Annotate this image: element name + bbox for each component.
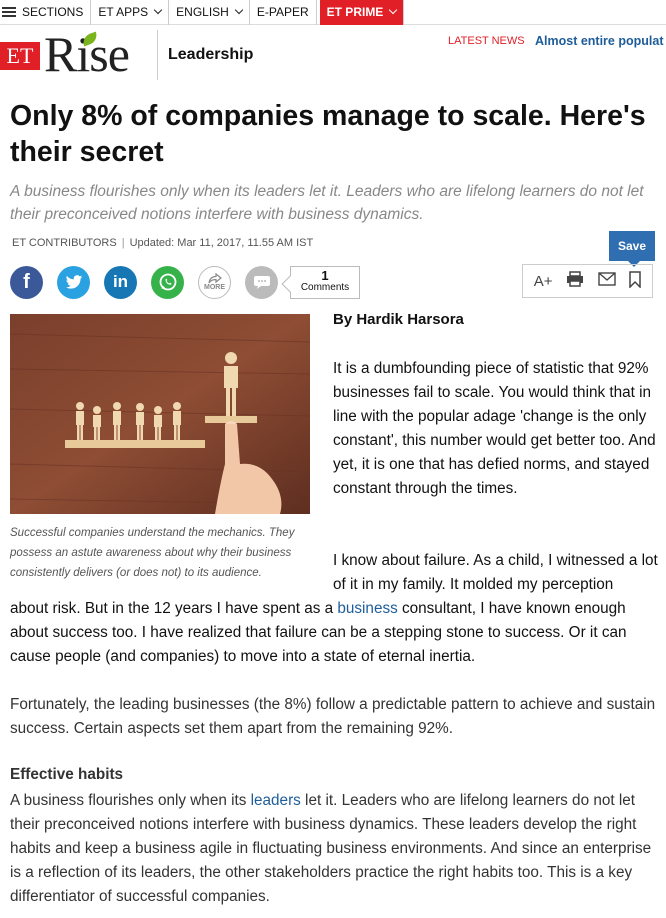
article-meta: ET CONTRIBUTORS | Updated: Mar 11, 2017, 1… (12, 237, 314, 249)
et-apps-label: ET APPS (98, 5, 149, 19)
et-prime-menu[interactable]: ET PRIME (319, 0, 405, 25)
paragraph-1: It is a dumbfounding piece of statistic … (333, 360, 656, 497)
p4-text: A business flourishes only when its (10, 792, 251, 809)
et-apps-menu[interactable]: ET APPS (91, 0, 170, 25)
et-logo[interactable]: ET (0, 42, 40, 70)
article-tools: A+ (522, 264, 653, 298)
subheading-effective-habits: Effective habits (10, 766, 124, 783)
facebook-icon[interactable]: f (10, 265, 43, 299)
chevron-down-icon (153, 5, 163, 15)
leaders-link[interactable]: leaders (251, 792, 301, 809)
chevron-down-icon (389, 5, 398, 15)
comments-count-button[interactable]: 1 Comments (290, 265, 360, 299)
author-byline: By Hardik Harsora (333, 311, 464, 328)
article-image[interactable] (10, 314, 310, 514)
epaper-label: E-PAPER (256, 5, 309, 19)
bookmark-icon[interactable] (629, 270, 641, 292)
comment-icon[interactable] (245, 265, 278, 299)
top-nav-bar: SECTIONS ET APPS ENGLISH E-PAPER ET PRIM… (0, 0, 666, 25)
save-button[interactable]: Save (609, 231, 655, 267)
section-title[interactable]: Leadership (168, 46, 253, 64)
et-prime-label: ET PRIME (326, 5, 384, 19)
print-icon[interactable] (566, 271, 584, 291)
mail-icon[interactable] (597, 272, 616, 290)
chevron-down-icon (234, 5, 244, 15)
hamburger-icon (2, 7, 16, 17)
font-size-button[interactable]: A+ (534, 273, 553, 290)
epaper-link[interactable]: E-PAPER (250, 0, 317, 25)
language-label: ENGLISH (176, 5, 229, 19)
author-credit[interactable]: ET CONTRIBUTORS (12, 237, 117, 249)
p2-text: about risk. But in the 12 years I have s… (10, 600, 338, 617)
more-share-button[interactable]: MORE (198, 265, 231, 299)
sections-menu[interactable]: SECTIONS (0, 0, 92, 25)
paragraph-3: Fortunately, the leading businesses (the… (10, 696, 656, 737)
article-synopsis: A business flourishes only when its lead… (10, 183, 644, 223)
paragraph-2-rest: about risk. But in the 12 years I have s… (10, 597, 660, 669)
divider (157, 30, 158, 80)
article-title: Only 8% of companies manage to scale. He… (10, 100, 646, 168)
brand-header: ET Rise Leadership LATEST NEWS Almost en… (0, 26, 666, 82)
share-bar: f in MORE 1 Comments (10, 265, 360, 299)
paragraph-4: A business flourishes only when its lead… (10, 789, 660, 909)
comments-count: 1 (321, 268, 329, 283)
updated-timestamp: Updated: Mar 11, 2017, 11.55 AM IST (129, 237, 314, 249)
more-label: MORE (204, 284, 225, 291)
comments-label: Comments (300, 282, 350, 293)
whatsapp-icon[interactable] (151, 265, 184, 299)
language-menu[interactable]: ENGLISH (169, 0, 250, 25)
latest-news-ticker[interactable]: Almost entire populat (535, 34, 666, 48)
business-link[interactable]: business (337, 600, 397, 617)
latest-news-label: LATEST NEWS (448, 35, 525, 47)
sections-label: SECTIONS (22, 5, 84, 19)
linkedin-icon[interactable]: in (104, 265, 137, 299)
image-caption: Successful companies understand the mech… (10, 527, 295, 579)
twitter-icon[interactable] (57, 265, 90, 299)
paragraph-2-start: I know about failure. As a child, I witn… (333, 552, 658, 593)
